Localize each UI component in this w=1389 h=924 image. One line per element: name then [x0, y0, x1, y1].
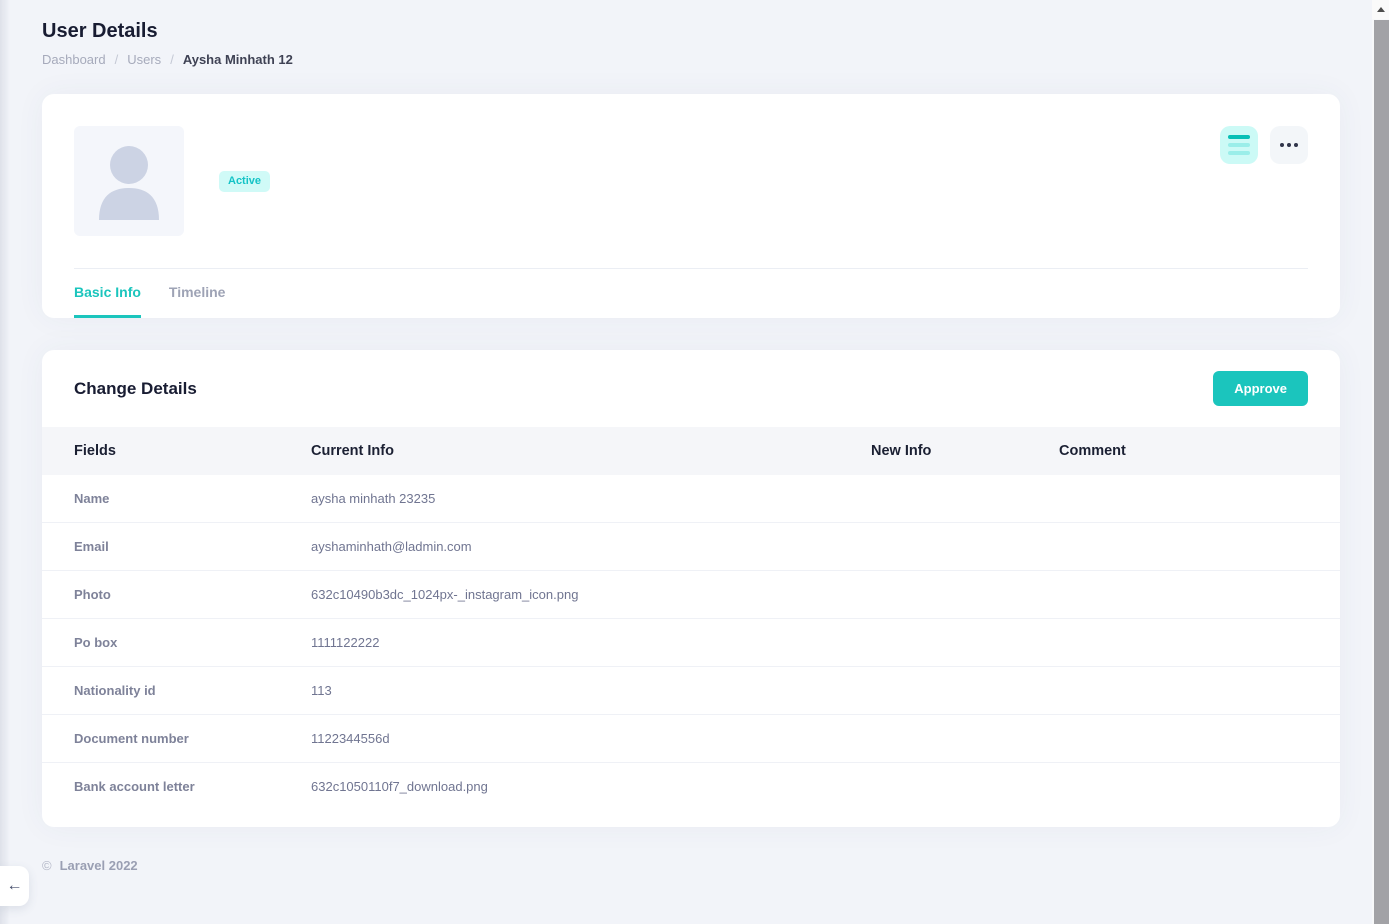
column-header: New Info [871, 427, 1059, 475]
drawer-back-button[interactable]: ← [0, 866, 29, 906]
cell-value [871, 667, 1059, 715]
cell-value [1059, 475, 1340, 523]
cell-field: Photo [42, 571, 311, 619]
cell-value [871, 571, 1059, 619]
table-row: Document number1122344556d [42, 715, 1340, 763]
page-title: User Details [42, 20, 1340, 43]
card-actions [1220, 126, 1308, 164]
more-options-button[interactable] [1270, 126, 1308, 164]
cell-value: 113 [311, 667, 871, 715]
cell-field: Bank account letter [42, 763, 311, 811]
avatar [74, 126, 184, 236]
cell-value [871, 715, 1059, 763]
breadcrumb-separator: / [115, 52, 119, 67]
table-row: Bank account letter632c1050110f7_downloa… [42, 763, 1340, 811]
page-container: User Details Dashboard / Users / Aysha Minha… [0, 0, 1389, 873]
cell-value: 632c1050110f7_download.png [311, 763, 871, 811]
table-row: Nationality id113 [42, 667, 1340, 715]
column-header: Comment [1059, 427, 1340, 475]
cell-value [871, 475, 1059, 523]
table-row: Emailayshaminhath@ladmin.com [42, 523, 1340, 571]
scrollbar-thumb[interactable] [1374, 20, 1389, 924]
breadcrumb-current: Aysha Minhath 12 [183, 52, 293, 67]
table-row: Nameaysha minhath 23235 [42, 475, 1340, 523]
profile-card-top: Active [42, 94, 1340, 236]
cell-field: Nationality id [42, 667, 311, 715]
column-header: Current Info [311, 427, 871, 475]
tab-timeline[interactable]: Timeline [169, 269, 226, 318]
ellipsis-icon [1280, 143, 1284, 147]
cell-value [1059, 715, 1340, 763]
cell-value: 1122344556d [311, 715, 871, 763]
status-badge: Active [219, 171, 270, 192]
cell-field: Name [42, 475, 311, 523]
cell-value [871, 523, 1059, 571]
cell-value: aysha minhath 23235 [311, 475, 871, 523]
change-details-card: Change Details Approve FieldsCurrent Inf… [42, 350, 1340, 827]
copyright-text: Laravel 2022 [60, 858, 138, 873]
copyright-symbol: © [42, 858, 52, 873]
change-details-header: Change Details Approve [42, 350, 1340, 427]
breadcrumb-separator: / [170, 52, 174, 67]
table-body: Nameaysha minhath 23235Emailayshaminhath… [42, 475, 1340, 810]
cell-value [871, 619, 1059, 667]
table-row: Po box1111122222 [42, 619, 1340, 667]
section-title: Change Details [74, 379, 197, 399]
table-row: Photo632c10490b3dc_1024px-_instagram_ico… [42, 571, 1340, 619]
burger-icon [1228, 135, 1250, 139]
scrollbar[interactable] [1372, 0, 1389, 924]
breadcrumb-link[interactable]: Users [127, 52, 161, 67]
cell-value: ayshaminhath@ladmin.com [311, 523, 871, 571]
cell-value [871, 763, 1059, 811]
cell-value [1059, 619, 1340, 667]
breadcrumb: Dashboard / Users / Aysha Minhath 12 [42, 52, 1340, 67]
cell-field: Document number [42, 715, 311, 763]
list-toggle-button[interactable] [1220, 126, 1258, 164]
cell-field: Email [42, 523, 311, 571]
scroll-up-arrow[interactable] [1372, 0, 1389, 19]
table-header-row: FieldsCurrent InfoNew InfoComment [42, 427, 1340, 475]
cell-value [1059, 523, 1340, 571]
cell-field: Po box [42, 619, 311, 667]
up-triangle-icon [1377, 7, 1385, 12]
cell-value [1059, 667, 1340, 715]
change-details-table: FieldsCurrent InfoNew InfoComment Nameay… [42, 427, 1340, 810]
cell-value: 1111122222 [311, 619, 871, 667]
profile-tabs: Basic Info Timeline [42, 269, 1340, 318]
person-icon [74, 126, 184, 236]
cell-value [1059, 763, 1340, 811]
profile-card: Active Basic Info Timeline [42, 94, 1340, 318]
tab-basic-info[interactable]: Basic Info [74, 269, 141, 318]
cell-value [1059, 571, 1340, 619]
breadcrumb-link[interactable]: Dashboard [42, 52, 106, 67]
cell-value: 632c10490b3dc_1024px-_instagram_icon.png [311, 571, 871, 619]
approve-button[interactable]: Approve [1213, 371, 1308, 406]
footer: © Laravel 2022 [42, 858, 1340, 873]
column-header: Fields [42, 427, 311, 475]
